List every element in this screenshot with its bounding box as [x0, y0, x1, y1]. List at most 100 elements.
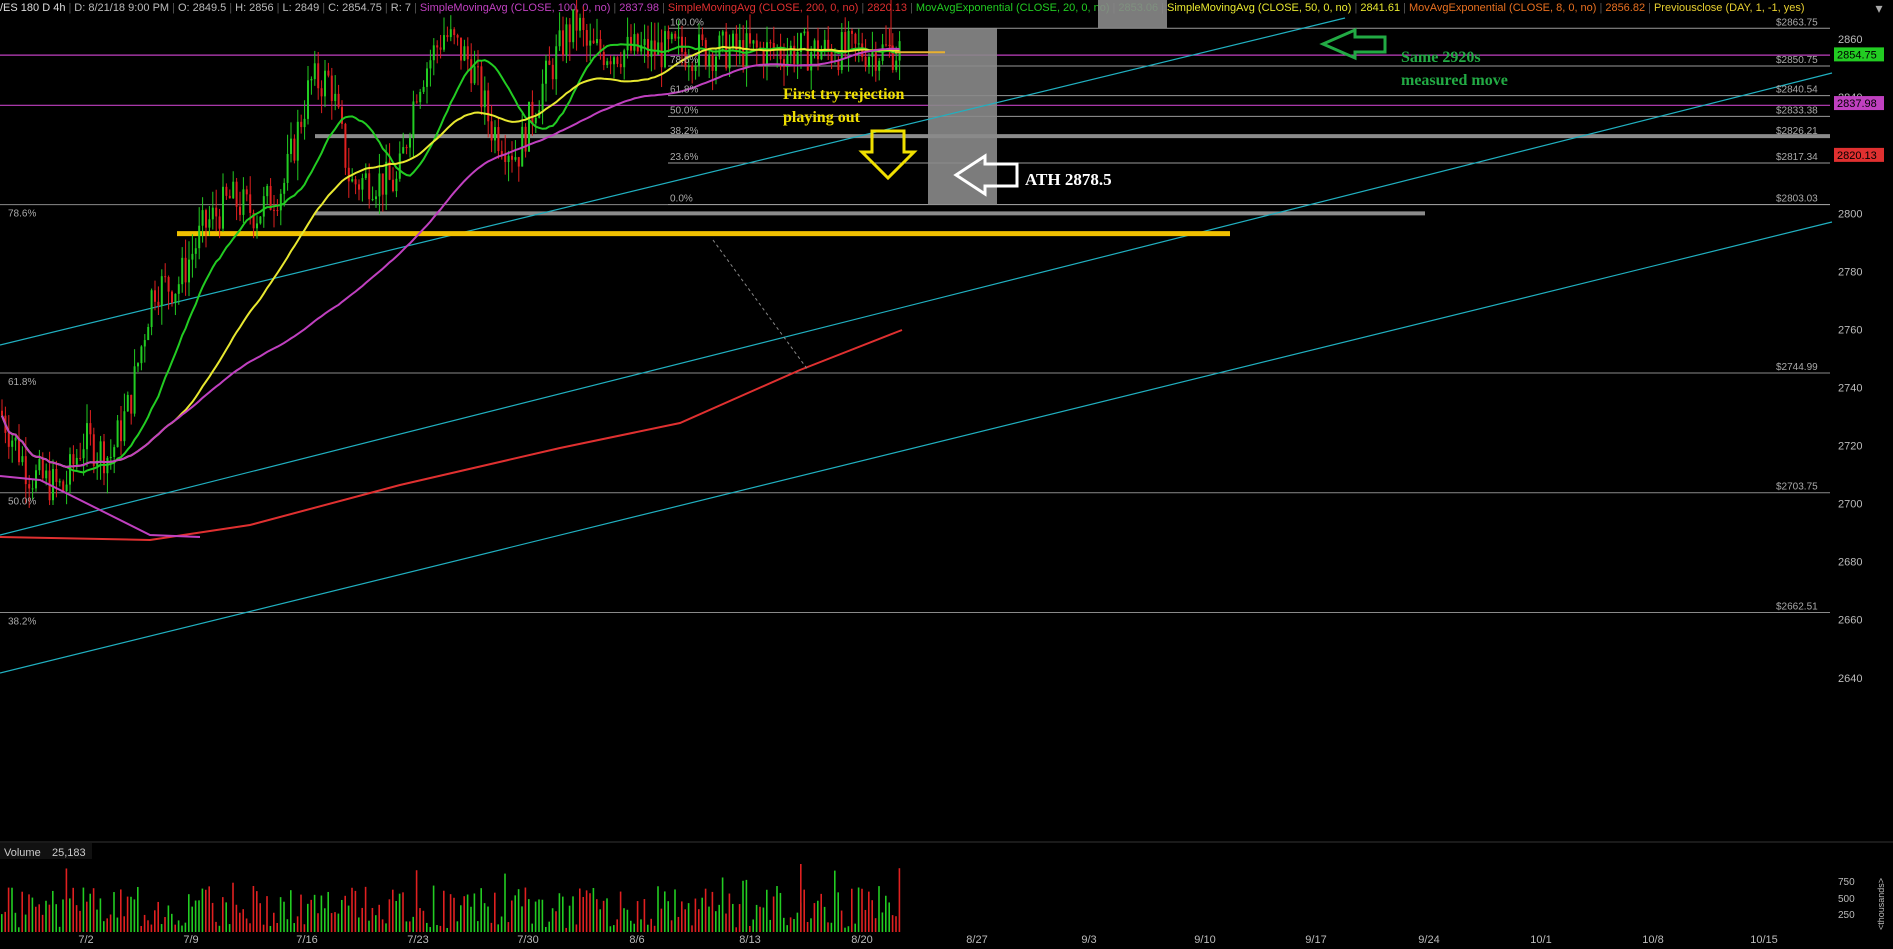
fib-mid-label: 50.0% — [670, 105, 698, 116]
candle-body — [123, 411, 126, 442]
price-badge-label: 2820.13 — [1837, 150, 1877, 162]
volume-bar — [783, 917, 785, 932]
candle-body — [11, 440, 14, 447]
volume-bar — [817, 900, 819, 932]
candle-body — [201, 210, 204, 226]
volume-bar — [313, 894, 316, 932]
volume-bar — [766, 889, 768, 932]
volume-bar — [813, 903, 816, 932]
volume-bar — [694, 898, 697, 932]
volume-bar — [834, 870, 836, 932]
candle-body — [320, 88, 323, 97]
volume-bar — [344, 895, 346, 932]
fib-right-value: $2826.21 — [1776, 126, 1818, 137]
candle-body — [31, 488, 34, 490]
fib-anchor-line — [712, 239, 809, 371]
volume-bar — [303, 924, 306, 932]
volume-axis: 750 500 250 <thousands> — [1838, 877, 1886, 930]
candle-body — [45, 470, 48, 479]
candle-body — [466, 46, 469, 60]
volume-bar — [388, 899, 391, 932]
volume-bar — [868, 891, 870, 932]
volume-bar — [385, 923, 387, 932]
candle-body — [103, 441, 105, 474]
volume-bar — [521, 906, 523, 932]
candle-body — [494, 127, 496, 141]
volume-bar — [840, 910, 843, 932]
candle-body — [568, 24, 571, 43]
fib-labels: 100.0%78.6%61.8%50.0%38.2%200.0%175.0%16… — [8, 17, 1818, 627]
candle-body — [579, 17, 581, 31]
candle-body — [487, 90, 490, 122]
candle-body — [558, 30, 561, 47]
volume-bar — [592, 887, 595, 932]
candle-body — [711, 54, 714, 71]
candle-body — [167, 277, 170, 292]
volume-bar — [534, 901, 537, 932]
price-chart[interactable]: 100.0%78.6%61.8%50.0%38.2%200.0%175.0%16… — [0, 0, 1893, 949]
volume-bar — [555, 911, 557, 932]
volume-bar — [96, 909, 98, 932]
candle-body — [497, 127, 500, 152]
candle-body — [164, 276, 167, 278]
volume-bar — [130, 896, 132, 932]
candle-body — [113, 447, 116, 457]
volume-bar — [507, 922, 510, 932]
fib-lines — [0, 27, 1830, 613]
candle-body — [412, 101, 415, 139]
volume-bars — [1, 868, 901, 932]
candle-body — [473, 66, 476, 84]
candle-body — [276, 210, 279, 212]
candle-body — [548, 60, 551, 65]
volume-bar — [55, 904, 57, 932]
candle-body — [337, 93, 340, 108]
date-tick-label: 10/8 — [1642, 934, 1663, 946]
date-tick-label: 7/23 — [407, 934, 428, 946]
volume-bar — [582, 896, 584, 932]
volume-bar — [857, 887, 860, 932]
volume-tick-label: 250 — [1838, 910, 1855, 921]
volume-bar — [269, 925, 272, 932]
candle-body — [633, 34, 636, 51]
volume-bar — [898, 868, 901, 932]
candle-body — [718, 35, 721, 57]
volume-bar — [320, 895, 323, 932]
candle-body — [429, 60, 432, 69]
volume-bar — [640, 919, 642, 932]
date-tick-label: 10/15 — [1750, 934, 1778, 946]
candle-body — [402, 147, 405, 154]
candle-body — [660, 42, 663, 68]
volume-bar — [466, 894, 469, 932]
candle-body — [878, 60, 881, 71]
candle-body — [643, 39, 646, 46]
candle-body — [490, 121, 493, 141]
volume-bar — [283, 901, 285, 932]
candle-body — [188, 259, 190, 283]
volume-bar — [103, 921, 105, 932]
volume-bar — [7, 887, 10, 932]
volume-unit-label: <thousands> — [1876, 878, 1886, 930]
volume-bar — [653, 925, 656, 932]
volume-bar — [633, 923, 635, 932]
date-tick-label: 10/1 — [1530, 934, 1551, 946]
candle-body — [245, 189, 248, 195]
candle-body — [555, 46, 558, 80]
candle-body — [259, 216, 262, 224]
volume-bar — [334, 912, 336, 932]
volume-bar — [609, 926, 612, 932]
volume-bar — [75, 905, 78, 932]
volume-bar — [742, 880, 744, 932]
volume-bar — [575, 924, 578, 932]
candle-body — [208, 219, 211, 228]
volume-bar — [89, 893, 91, 932]
volume-bar — [38, 904, 40, 932]
volume-bar — [721, 877, 724, 932]
candle-body — [1, 410, 3, 416]
date-tick-label: 8/27 — [966, 934, 987, 946]
volume-bar — [228, 924, 231, 932]
volume-value: 25,183 — [52, 847, 86, 859]
volume-bar — [497, 924, 499, 932]
volume-bar — [589, 893, 591, 932]
volume-bar — [708, 906, 710, 932]
volume-bar — [252, 885, 255, 932]
